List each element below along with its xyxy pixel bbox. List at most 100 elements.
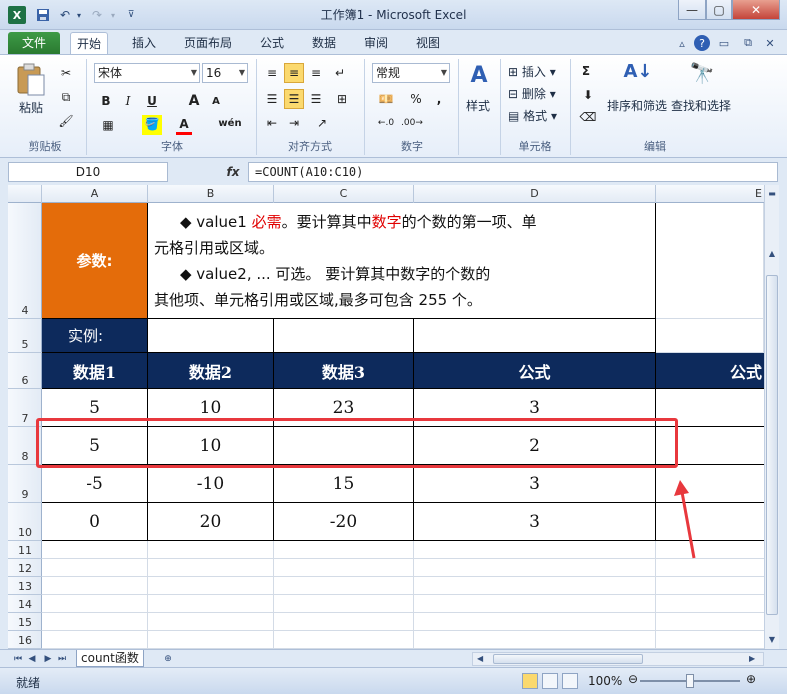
- example-label-cell[interactable]: 实例:: [42, 319, 148, 353]
- styles-icon[interactable]: A: [466, 63, 492, 93]
- font-color-button[interactable]: A: [176, 115, 192, 135]
- data-cell[interactable]: -5: [42, 465, 148, 503]
- sort-filter-icon[interactable]: A↓: [620, 61, 656, 91]
- cell[interactable]: [148, 319, 274, 353]
- number-format-select[interactable]: 常规 ▼: [372, 63, 450, 83]
- row-header[interactable]: 6: [8, 353, 42, 389]
- shrink-font-button[interactable]: A: [208, 91, 224, 111]
- align-middle-icon[interactable]: ≡: [284, 63, 304, 83]
- row-header[interactable]: 9: [8, 465, 42, 503]
- align-center-icon[interactable]: ☰: [284, 89, 304, 109]
- font-size-select[interactable]: 16 ▼: [202, 63, 248, 83]
- scroll-down-icon[interactable]: ▼: [765, 633, 779, 647]
- cell[interactable]: [274, 319, 414, 353]
- comma-button[interactable]: ,: [432, 89, 446, 109]
- header-cell[interactable]: 数据3: [274, 353, 414, 389]
- next-sheet-icon[interactable]: ▶: [42, 652, 54, 666]
- tab-data[interactable]: 数据: [306, 32, 342, 54]
- data-cell[interactable]: 0: [42, 503, 148, 541]
- row-header[interactable]: 4: [8, 203, 42, 319]
- italic-button[interactable]: I: [120, 91, 136, 111]
- clear-icon[interactable]: ⌫: [578, 107, 598, 127]
- font-name-select[interactable]: 宋体 ▼: [94, 63, 200, 83]
- delete-cells-button[interactable]: ⊟ 删除 ▾: [508, 85, 556, 102]
- align-right-icon[interactable]: ☰: [306, 89, 326, 109]
- paste-icon[interactable]: [14, 61, 48, 97]
- cell[interactable]: [414, 319, 656, 353]
- page-break-view-icon[interactable]: [562, 673, 578, 689]
- normal-view-icon[interactable]: [522, 673, 538, 689]
- decrease-indent-icon[interactable]: ⇤: [262, 113, 282, 133]
- horizontal-scroll-thumb[interactable]: [493, 654, 643, 664]
- row-header[interactable]: 15: [8, 613, 42, 631]
- maximize-button[interactable]: ▢: [706, 0, 732, 20]
- data-cell[interactable]: 15: [274, 465, 414, 503]
- find-select-label[interactable]: 查找和选择: [670, 97, 732, 114]
- scroll-right-icon[interactable]: ▶: [749, 654, 759, 664]
- description-cell[interactable]: ◆ value1 必需。要计算其中数字的个数的第一项、单 元格引用或区域。 ◆ …: [148, 203, 656, 319]
- page-layout-view-icon[interactable]: [542, 673, 558, 689]
- close-button[interactable]: ✕: [732, 0, 780, 20]
- align-bottom-icon[interactable]: ≡: [306, 63, 326, 83]
- zoom-out-icon[interactable]: ⊖: [626, 672, 640, 686]
- bold-button[interactable]: B: [98, 91, 114, 111]
- row-header[interactable]: 5: [8, 319, 42, 353]
- zoom-in-icon[interactable]: ⊕: [744, 672, 758, 686]
- column-header-a[interactable]: A: [42, 185, 148, 203]
- header-cell[interactable]: 公式: [656, 353, 764, 389]
- percent-button[interactable]: %: [408, 89, 424, 109]
- minimize-button[interactable]: —: [678, 0, 706, 20]
- formula-cell[interactable]: 3: [414, 465, 656, 503]
- insert-function-button[interactable]: fx: [220, 162, 246, 182]
- row-header[interactable]: 10: [8, 503, 42, 541]
- workbook-minimize-icon[interactable]: ▭: [716, 35, 732, 51]
- select-all-corner[interactable]: [8, 185, 42, 203]
- underline-button[interactable]: U: [144, 91, 160, 111]
- cell[interactable]: [656, 203, 764, 319]
- currency-icon[interactable]: 💴: [374, 89, 398, 109]
- sort-filter-label[interactable]: 排序和筛选: [606, 97, 668, 114]
- split-box-icon[interactable]: ▬: [765, 185, 779, 203]
- tab-review[interactable]: 审阅: [358, 32, 394, 54]
- data-cell[interactable]: -20: [274, 503, 414, 541]
- zoom-slider-thumb[interactable]: [686, 674, 694, 688]
- wrap-text-icon[interactable]: ↵: [330, 63, 350, 83]
- tab-home[interactable]: 开始: [70, 32, 109, 54]
- prev-sheet-icon[interactable]: ◀: [26, 652, 38, 666]
- borders-icon[interactable]: ▦: [98, 115, 118, 135]
- name-box[interactable]: D10: [8, 162, 168, 182]
- increase-decimal-icon[interactable]: ←.0: [374, 113, 398, 133]
- copy-icon[interactable]: ⧉: [56, 87, 76, 107]
- grow-font-button[interactable]: A: [186, 91, 202, 111]
- vertical-scrollbar[interactable]: ▬ ▲ ▼: [764, 185, 779, 649]
- tab-file[interactable]: 文件: [8, 32, 61, 54]
- scroll-left-icon[interactable]: ◀: [477, 654, 487, 664]
- last-sheet-icon[interactable]: ⏭: [56, 652, 68, 666]
- formula-cell[interactable]: 3: [414, 503, 656, 541]
- decrease-decimal-icon[interactable]: .00→: [400, 113, 424, 133]
- data-cell[interactable]: -10: [148, 465, 274, 503]
- header-cell[interactable]: 数据1: [42, 353, 148, 389]
- merge-center-icon[interactable]: ⊞: [330, 89, 354, 109]
- column-header-e[interactable]: E: [656, 185, 764, 203]
- row-header[interactable]: 12: [8, 559, 42, 577]
- row-header[interactable]: 11: [8, 541, 42, 559]
- column-header-d[interactable]: D: [414, 185, 656, 203]
- param-label-cell[interactable]: 参数:: [42, 203, 148, 319]
- minimize-ribbon-icon[interactable]: ▵: [674, 35, 690, 51]
- workbook-close-icon[interactable]: ✕: [762, 35, 778, 51]
- sheet-tab[interactable]: count函数: [76, 650, 144, 667]
- data-cell[interactable]: 20: [148, 503, 274, 541]
- orientation-icon[interactable]: ↗: [310, 113, 334, 133]
- vertical-scroll-thumb[interactable]: [766, 275, 778, 615]
- zoom-level[interactable]: 100%: [588, 674, 622, 688]
- row-header[interactable]: 14: [8, 595, 42, 613]
- tab-insert[interactable]: 插入: [126, 32, 162, 54]
- header-cell[interactable]: 公式: [414, 353, 656, 389]
- row-header[interactable]: 16: [8, 631, 42, 649]
- autosum-button[interactable]: Σ: [578, 61, 594, 81]
- header-cell[interactable]: 数据2: [148, 353, 274, 389]
- horizontal-scrollbar[interactable]: ◀ ▶: [472, 652, 764, 666]
- help-icon[interactable]: ?: [694, 35, 710, 51]
- new-sheet-icon[interactable]: ⊕: [160, 652, 176, 666]
